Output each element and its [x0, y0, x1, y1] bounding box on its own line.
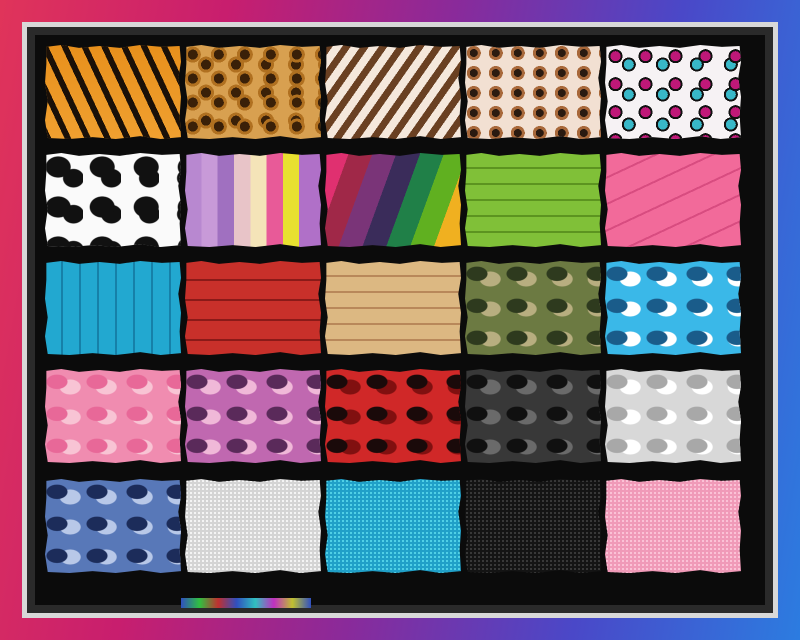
red-camo-tile: [325, 369, 461, 463]
pink-wood-tile: [605, 153, 741, 247]
purple-camo-tile: [185, 369, 321, 463]
black-camo-tile: [465, 369, 601, 463]
zebra-brown-tile: [325, 45, 461, 139]
color-strip: [181, 598, 311, 608]
green-wood-tile: [465, 153, 601, 247]
blue-glitter-tile: [325, 479, 461, 573]
black-glitter-tile: [465, 479, 601, 573]
outer-frame: [22, 22, 778, 618]
rainbow-wood-tile: [325, 153, 461, 247]
pattern-board: [35, 35, 765, 608]
red-wood-tile: [185, 261, 321, 355]
pink-camo-tile: [45, 369, 181, 463]
tiger-stripe-tile: [45, 45, 181, 139]
pink-glitter-tile: [605, 479, 741, 573]
silver-glitter-tile: [185, 479, 321, 573]
green-camo-tile: [465, 261, 601, 355]
cow-print-tile: [45, 153, 181, 247]
rainbow-leopard-tile: [605, 45, 741, 139]
leopard-light-tile: [465, 45, 601, 139]
blue-camo-tile: [605, 261, 741, 355]
pastel-wood-tile: [185, 153, 321, 247]
navy-camo-tile: [45, 479, 181, 573]
blue-wood-tile: [45, 261, 181, 355]
white-camo-tile: [605, 369, 741, 463]
frame-inner: [27, 27, 773, 613]
light-wood-tile: [325, 261, 461, 355]
leopard-print-tile: [185, 45, 321, 139]
